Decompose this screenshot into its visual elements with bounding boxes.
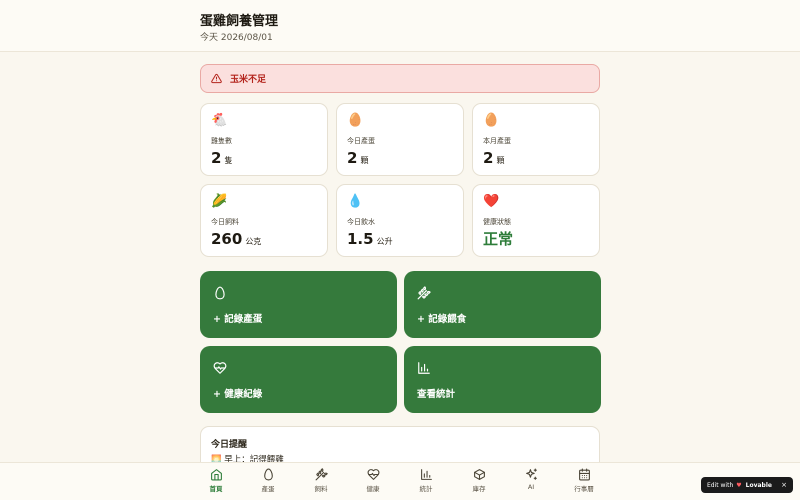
nav-eggs[interactable]: 產蛋 xyxy=(248,468,288,493)
nav-health[interactable]: 健康 xyxy=(353,468,393,493)
stat-unit: 顆 xyxy=(496,156,505,165)
health-record-button[interactable]: + 健康紀錄 xyxy=(200,346,397,413)
nav-label: AI xyxy=(527,483,535,491)
wheat-icon xyxy=(417,285,431,300)
action-label: + 健康紀錄 xyxy=(213,389,263,400)
home-icon xyxy=(210,469,222,481)
warning-triangle-icon xyxy=(211,73,222,84)
stat-label: 今日產蛋 xyxy=(347,137,375,145)
stat-value: 2顆 xyxy=(483,149,505,167)
stat-card-health: ❤️ 健康狀態 正常 xyxy=(472,184,600,257)
stat-unit: 公升 xyxy=(376,237,393,246)
stat-value: 2顆 xyxy=(347,149,369,167)
egg-icon xyxy=(213,285,227,300)
egg-icon: 🥚 xyxy=(483,113,500,128)
box-icon xyxy=(473,469,485,480)
nav-label: 健康 xyxy=(366,485,380,493)
action-label: + 記錄產蛋 xyxy=(213,314,263,325)
stat-label: 雞隻數 xyxy=(211,137,232,145)
nav-label: 庫存 xyxy=(472,485,486,493)
heart-icon: ❤️ xyxy=(483,194,500,209)
reminder-title: 今日提醒 xyxy=(211,440,248,450)
nav-label: 行事曆 xyxy=(574,485,594,493)
stat-unit: 顆 xyxy=(360,156,369,165)
stat-value: 1.5 公升 xyxy=(347,230,393,248)
nav-label: 產蛋 xyxy=(261,485,275,493)
stat-value: 260 公克 xyxy=(211,230,262,248)
bar-chart-icon xyxy=(417,360,431,374)
record-feeding-button[interactable]: + 記錄餵食 xyxy=(404,271,601,338)
page-title: 蛋雞飼養管理 xyxy=(200,14,279,29)
water-drop-icon: 💧 xyxy=(347,194,364,209)
wheat-icon xyxy=(315,468,328,481)
stat-unit: 公克 xyxy=(245,237,262,246)
heart-pulse-icon xyxy=(367,469,379,480)
stat-value: 正常 xyxy=(483,230,514,248)
nav-label: 飼料 xyxy=(314,485,328,493)
badge-prefix: Edit with xyxy=(707,481,734,489)
stat-card-eggs-month: 🥚 本月產蛋 2顆 xyxy=(472,103,600,176)
nav-ai[interactable]: AI xyxy=(511,468,551,491)
corn-icon: 🌽 xyxy=(211,194,228,209)
stat-card-water: 💧 今日飲水 1.5 公升 xyxy=(336,184,464,257)
nav-stats[interactable]: 統計 xyxy=(406,468,446,493)
nav-feed[interactable]: 飼料 xyxy=(301,468,341,493)
nav-label: 首頁 xyxy=(209,485,223,493)
bar-chart-icon xyxy=(420,469,432,480)
nav-label: 統計 xyxy=(419,485,433,493)
chicken-icon: 🐔 xyxy=(211,113,228,128)
stat-card-eggs-today: 🥚 今日產蛋 2顆 xyxy=(336,103,464,176)
stat-unit: 隻 xyxy=(224,156,233,165)
stat-label: 本月產蛋 xyxy=(483,137,511,145)
stat-card-feed: 🌽 今日飼料 260 公克 xyxy=(200,184,328,257)
low-stock-alert[interactable]: 玉米不足 xyxy=(200,64,600,93)
alert-text: 玉米不足 xyxy=(230,75,267,85)
egg-icon xyxy=(263,468,273,481)
nav-calendar[interactable]: 行事曆 xyxy=(564,468,604,493)
app-header: 蛋雞飼養管理 今天 2026/08/01 xyxy=(0,0,800,52)
action-label: + 記錄餵食 xyxy=(417,314,467,325)
record-eggs-button[interactable]: + 記錄產蛋 xyxy=(200,271,397,338)
stat-card-chickens: 🐔 雞隻數 2隻 xyxy=(200,103,328,176)
nav-inventory[interactable]: 庫存 xyxy=(459,468,499,493)
today-date: 今天 2026/08/01 xyxy=(200,33,273,43)
nav-home[interactable]: 首頁 xyxy=(196,468,236,493)
bottom-nav: 首頁 產蛋 飼料 健康 統計 庫存 AI 行事曆 xyxy=(0,462,800,500)
view-stats-button[interactable]: 查看統計 xyxy=(404,346,601,413)
calendar-icon xyxy=(578,468,590,481)
stat-value: 2隻 xyxy=(211,149,233,167)
edit-with-lovable-badge[interactable]: Edit with ♥ Lovable × xyxy=(701,477,793,493)
stat-label: 今日飼料 xyxy=(211,218,239,226)
action-label: 查看統計 xyxy=(417,389,456,400)
egg-icon: 🥚 xyxy=(347,113,364,128)
close-icon[interactable]: × xyxy=(781,481,787,489)
sparkles-icon xyxy=(525,468,537,480)
badge-brand: Lovable xyxy=(745,481,772,489)
stat-label: 今日飲水 xyxy=(347,218,375,226)
lovable-heart-icon: ♥ xyxy=(736,481,742,489)
stat-label: 健康狀態 xyxy=(483,218,511,226)
heart-pulse-icon xyxy=(213,360,227,374)
